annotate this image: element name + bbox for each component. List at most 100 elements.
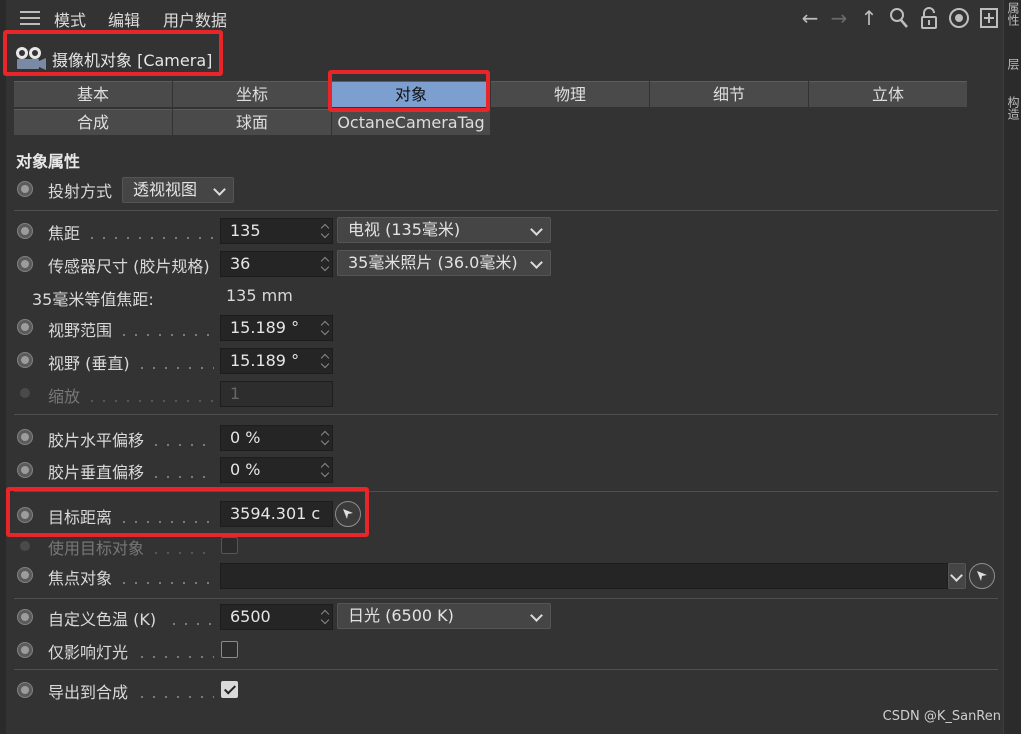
tab-octane-camera-tag[interactable]: OctaneCameraTag — [332, 109, 490, 135]
chevron-down-icon — [213, 183, 226, 196]
film-offset-y-value: 0 % — [230, 460, 261, 479]
export-compositing-checkbox[interactable] — [221, 681, 238, 698]
menu-user-data[interactable]: 用户数据 — [163, 7, 227, 31]
target-distance-input[interactable]: 3594.301 c — [220, 501, 333, 527]
focus-object-link-field[interactable] — [220, 563, 948, 589]
tab-details[interactable]: 细节 — [650, 81, 808, 107]
sensor-size-animate-radio[interactable] — [17, 256, 33, 272]
tab-physical[interactable]: 物理 — [491, 81, 649, 107]
camera-icon — [14, 45, 48, 75]
affect-lights-animate-radio[interactable] — [17, 642, 33, 658]
color-temp-animate-radio[interactable] — [17, 609, 33, 625]
equiv-focal-label: 35毫米等值焦距: — [32, 290, 154, 309]
side-tab-attributes[interactable]: 属性 — [1005, 2, 1020, 26]
film-offset-y-animate-radio[interactable] — [17, 462, 33, 478]
focus-object-label: 焦点对象 — [48, 569, 113, 588]
color-temp-value: 6500 — [230, 607, 271, 626]
tab-spherical[interactable]: 球面 — [173, 109, 331, 135]
stepper-icon[interactable] — [321, 254, 330, 274]
focal-length-preset-dropdown[interactable]: 电视 (135毫米) — [337, 217, 551, 243]
fov-vertical-animate-radio[interactable] — [17, 352, 33, 368]
leader-dots — [168, 622, 214, 626]
tab-stereoscopic[interactable]: 立体 — [809, 81, 967, 107]
divider — [14, 669, 998, 670]
focal-length-value: 135 — [230, 221, 261, 240]
tab-coordinates[interactable]: 坐标 — [173, 81, 331, 107]
target-distance-animate-radio[interactable] — [17, 507, 33, 523]
hamburger-menu-icon[interactable] — [20, 11, 40, 29]
chevron-down-icon — [530, 256, 543, 269]
divider — [14, 210, 998, 211]
fov-vertical-value: 15.189 ° — [230, 351, 300, 370]
cursor-icon — [343, 509, 353, 519]
color-temp-preset-dropdown[interactable]: 日光 (6500 K) — [337, 603, 551, 629]
focus-object-menu-button[interactable] — [948, 563, 966, 589]
fov-value: 15.189 ° — [230, 318, 300, 337]
arrow-right-icon[interactable]: → — [828, 7, 850, 29]
new-panel-icon[interactable] — [978, 7, 1000, 33]
tab-basic[interactable]: 基本 — [14, 81, 172, 107]
left-edge — [0, 0, 6, 734]
stepper-icon[interactable] — [321, 221, 330, 241]
stepper-icon[interactable] — [321, 460, 330, 480]
leader-dots — [86, 399, 214, 403]
projection-animate-radio[interactable] — [17, 181, 33, 197]
arrow-up-icon[interactable]: ↑ — [858, 7, 880, 29]
arrow-left-icon[interactable]: ← — [799, 7, 821, 29]
film-offset-y-label: 胶片垂直偏移 — [48, 463, 145, 482]
sensor-size-input[interactable]: 36 — [220, 251, 333, 277]
section-title: 对象属性 — [16, 152, 81, 171]
stepper-icon[interactable] — [321, 318, 330, 338]
fov-vertical-input[interactable]: 15.189 ° — [220, 348, 333, 374]
chevron-down-icon — [530, 223, 543, 236]
export-compositing-label: 导出到合成 — [48, 683, 129, 702]
side-tab-structure[interactable]: 构造 — [1005, 96, 1020, 120]
menu-edit[interactable]: 编辑 — [108, 7, 140, 31]
fov-input[interactable]: 15.189 ° — [220, 315, 333, 341]
sensor-size-value: 36 — [230, 254, 251, 273]
lock-icon[interactable] — [918, 7, 940, 33]
fov-animate-radio[interactable] — [17, 319, 33, 335]
projection-dropdown[interactable]: 透视视图 — [122, 177, 234, 203]
fov-vertical-label: 视野 (垂直) — [48, 354, 130, 373]
focal-length-animate-radio[interactable] — [17, 223, 33, 239]
sensor-size-preset-dropdown[interactable]: 35毫米照片 (36.0毫米) — [337, 250, 551, 276]
target-icon[interactable] — [948, 7, 970, 33]
leader-dots — [150, 443, 214, 447]
stepper-icon[interactable] — [321, 351, 330, 371]
focus-object-animate-radio[interactable] — [17, 567, 33, 583]
zoom-input: 1 — [220, 381, 333, 407]
leader-dots — [118, 520, 214, 524]
stepper-icon[interactable] — [321, 428, 330, 448]
film-offset-y-input[interactable]: 0 % — [220, 457, 333, 483]
projection-value: 透视视图 — [133, 180, 198, 199]
cursor-icon — [977, 571, 987, 581]
film-offset-x-input[interactable]: 0 % — [220, 425, 333, 451]
focal-length-input[interactable]: 135 — [220, 218, 333, 244]
tab-object[interactable]: 对象 — [332, 81, 490, 107]
color-temp-input[interactable]: 6500 — [220, 604, 333, 630]
export-compositing-animate-radio[interactable] — [17, 682, 33, 698]
focal-length-preset-value: 电视 (135毫米) — [348, 220, 461, 239]
sensor-size-preset-value: 35毫米照片 (36.0毫米) — [348, 253, 518, 272]
search-icon[interactable] — [888, 7, 910, 33]
affect-lights-checkbox[interactable] — [221, 641, 238, 658]
pick-target-distance-button[interactable] — [335, 501, 361, 527]
pick-focus-object-button[interactable] — [969, 563, 995, 589]
affect-lights-label: 仅影响灯光 — [48, 643, 129, 662]
film-offset-x-animate-radio[interactable] — [17, 429, 33, 445]
object-title: 摄像机对象 [Camera] — [52, 51, 213, 70]
focal-length-label: 焦距 — [48, 224, 81, 243]
zoom-animate-radio — [20, 388, 30, 398]
target-distance-value: 3594.301 c — [230, 504, 321, 523]
projection-label: 投射方式 — [48, 182, 113, 201]
tab-compositing[interactable]: 合成 — [14, 109, 172, 135]
stepper-icon[interactable] — [321, 607, 330, 627]
film-offset-x-label: 胶片水平偏移 — [48, 431, 145, 450]
menu-mode[interactable]: 模式 — [54, 7, 86, 31]
zoom-value: 1 — [230, 384, 241, 403]
side-tab-layers[interactable]: 层 — [1005, 58, 1020, 70]
film-offset-x-value: 0 % — [230, 428, 261, 447]
fov-label: 视野范围 — [48, 321, 113, 340]
equiv-focal-value: 135 mm — [226, 286, 293, 305]
